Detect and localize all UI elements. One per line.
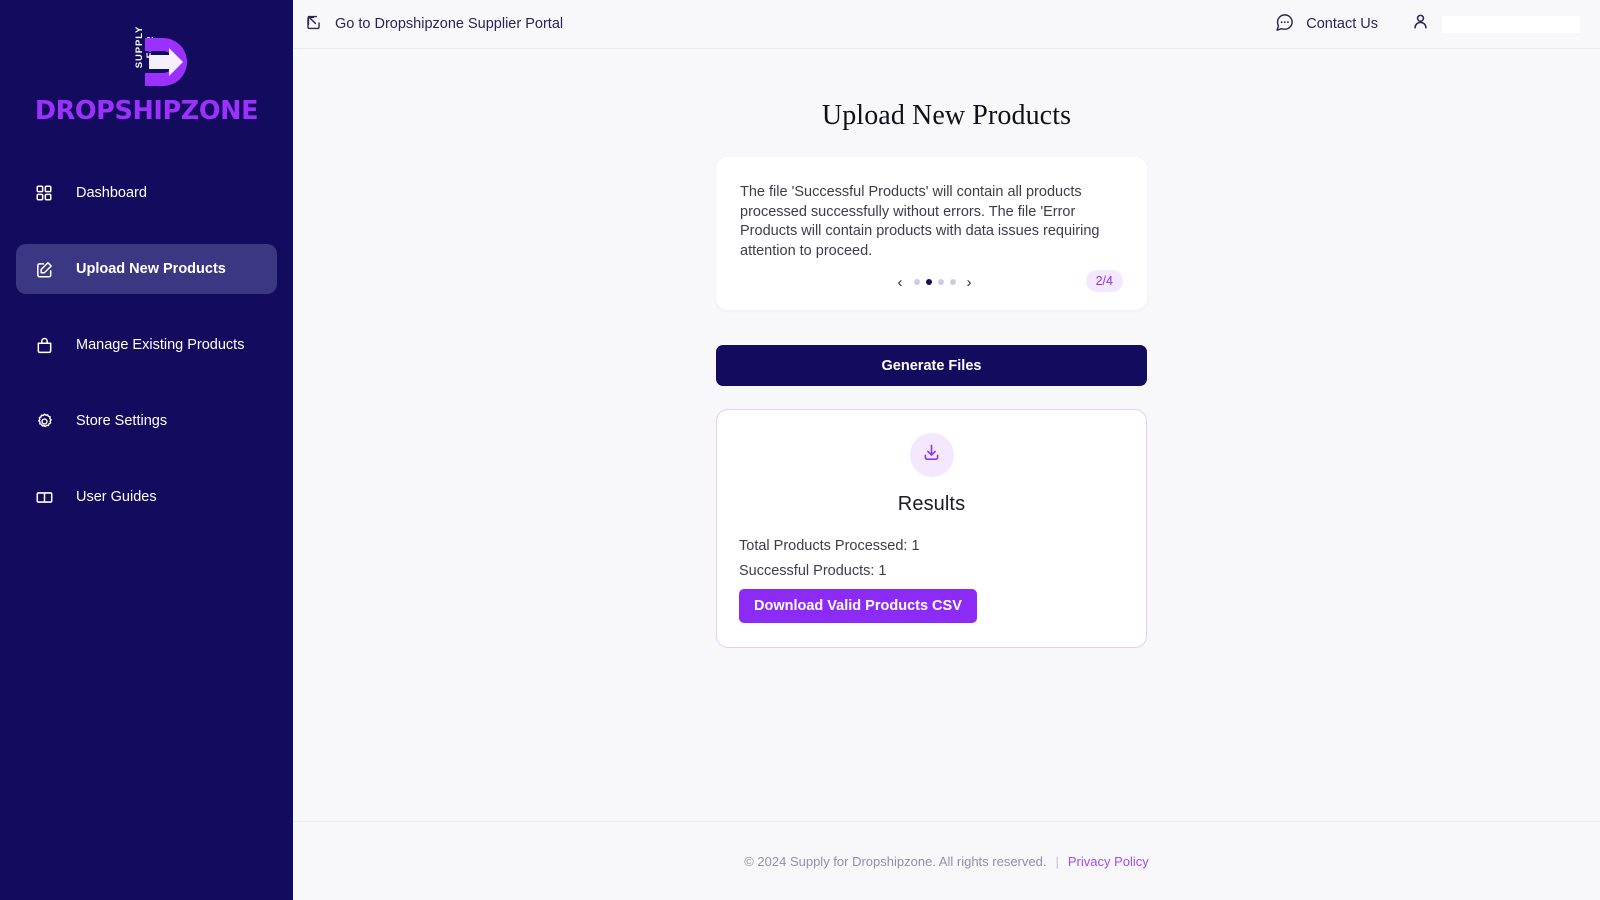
sidebar-item-dashboard[interactable]: Dashboard bbox=[16, 168, 277, 218]
user-name-label bbox=[1442, 15, 1580, 33]
results-card: Results Total Products Processed: 1 Succ… bbox=[716, 409, 1147, 649]
contact-us-button[interactable]: Contact Us bbox=[1274, 12, 1378, 37]
brand-logo[interactable]: SUPPLY FOR DROPSHIPZONE bbox=[0, 0, 293, 126]
open-book-icon bbox=[34, 487, 54, 507]
sidebar-item-label: Upload New Products bbox=[76, 261, 226, 277]
sidebar-item-label: User Guides bbox=[76, 489, 157, 505]
carousel-controls-row: ‹ › 2/4 bbox=[740, 270, 1123, 294]
app-root: SUPPLY FOR DROPSHIPZONE bbox=[0, 0, 1600, 900]
edit-square-icon bbox=[34, 259, 54, 279]
logo-mark: SUPPLY FOR bbox=[83, 26, 211, 90]
carousel-dot-4[interactable] bbox=[949, 279, 956, 286]
content-scroll-area: Upload New Products The file 'Successful… bbox=[293, 49, 1600, 900]
download-icon bbox=[921, 442, 942, 468]
step-badge: 2/4 bbox=[1085, 270, 1123, 293]
carousel-dots bbox=[913, 279, 956, 286]
sidebar: SUPPLY FOR DROPSHIPZONE bbox=[0, 0, 293, 900]
sidebar-nav: Dashboard Upload New Products Manage Exi… bbox=[0, 168, 293, 522]
info-carousel-card: The file 'Successful Products' will cont… bbox=[716, 157, 1147, 311]
carousel-dot-2[interactable] bbox=[925, 279, 932, 286]
privacy-policy-link[interactable]: Privacy Policy bbox=[1068, 854, 1149, 869]
external-link-icon bbox=[305, 14, 322, 35]
top-header: Go to Dropshipzone Supplier Portal Conta… bbox=[293, 0, 1600, 49]
carousel-dot-3[interactable] bbox=[937, 279, 944, 286]
gear-icon bbox=[34, 411, 54, 431]
result-successful-products: Successful Products: 1 bbox=[739, 563, 887, 580]
sidebar-item-label: Store Settings bbox=[76, 413, 168, 429]
logo-d-arrow-icon bbox=[139, 35, 197, 94]
footer: © 2024 Supply for Dropshipzone. All righ… bbox=[293, 821, 1600, 900]
download-icon-circle bbox=[909, 433, 954, 478]
main-area: Go to Dropshipzone Supplier Portal Conta… bbox=[293, 0, 1600, 900]
grid-icon bbox=[34, 183, 54, 203]
results-title: Results bbox=[897, 493, 966, 516]
center-column: The file 'Successful Products' will cont… bbox=[716, 157, 1147, 649]
generate-files-button[interactable]: Generate Files bbox=[716, 345, 1147, 387]
carousel-next-button[interactable]: › bbox=[965, 275, 974, 290]
info-carousel-text: The file 'Successful Products' will cont… bbox=[740, 184, 1100, 259]
user-icon bbox=[1411, 12, 1430, 36]
carousel-controls: ‹ › bbox=[890, 275, 974, 290]
sidebar-item-label: Manage Existing Products bbox=[76, 337, 245, 353]
logo-wordmark: DROPSHIPZONE bbox=[34, 96, 259, 126]
sidebar-item-manage-existing-products[interactable]: Manage Existing Products bbox=[16, 320, 277, 370]
supplier-portal-link[interactable]: Go to Dropshipzone Supplier Portal bbox=[305, 14, 563, 35]
footer-separator: | bbox=[1055, 853, 1059, 869]
contact-us-label: Contact Us bbox=[1306, 16, 1378, 32]
supplier-portal-link-label: Go to Dropshipzone Supplier Portal bbox=[335, 16, 564, 32]
user-menu[interactable] bbox=[1411, 12, 1580, 36]
sidebar-item-label: Dashboard bbox=[76, 185, 147, 201]
page-title: Upload New Products bbox=[821, 100, 1072, 131]
sidebar-item-user-guides[interactable]: User Guides bbox=[16, 472, 277, 522]
sidebar-item-store-settings[interactable]: Store Settings bbox=[16, 396, 277, 446]
sidebar-item-upload-new-products[interactable]: Upload New Products bbox=[16, 244, 277, 294]
footer-copyright: © 2024 Supply for Dropshipzone. All righ… bbox=[744, 853, 1047, 869]
top-header-right: Contact Us bbox=[1274, 12, 1580, 37]
archive-box-icon bbox=[34, 335, 54, 355]
download-valid-products-csv-button[interactable]: Download Valid Products CSV bbox=[739, 589, 977, 624]
carousel-dot-1[interactable] bbox=[913, 279, 920, 286]
carousel-prev-button[interactable]: ‹ bbox=[896, 275, 905, 290]
result-total-processed: Total Products Processed: 1 bbox=[739, 538, 920, 555]
chat-bubble-dots-icon bbox=[1274, 12, 1295, 37]
